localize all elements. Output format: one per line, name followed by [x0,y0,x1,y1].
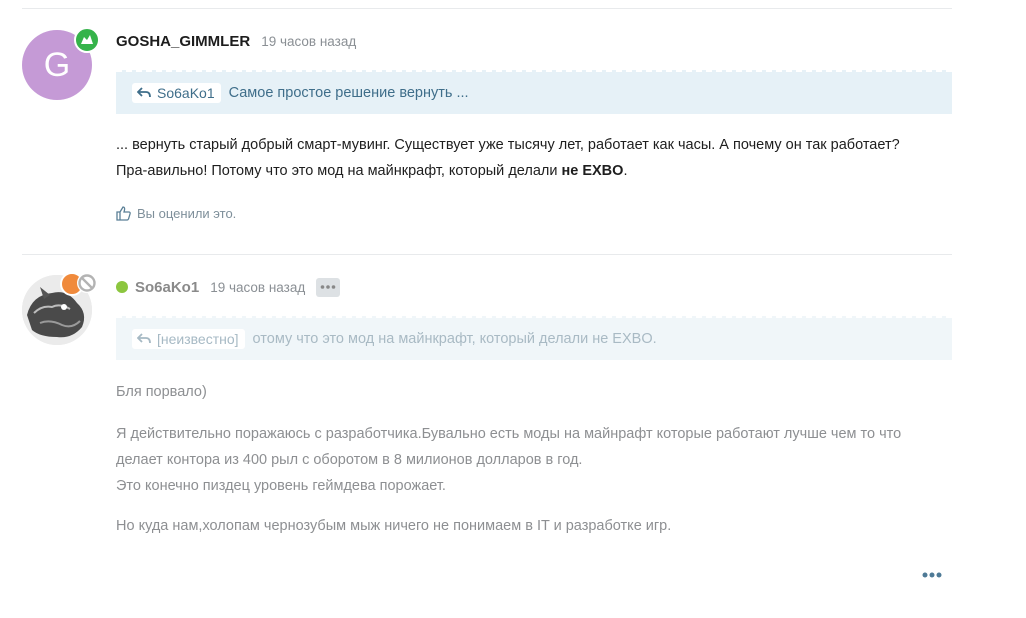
thumbs-up-icon [116,206,131,221]
reaction-summary[interactable]: Вы оценили это. [116,206,236,221]
more-dots-icon [922,572,942,578]
quote-author-name: So6aKo1 [157,85,215,101]
quote-block: So6aKo1 Самое простое решение вернуть ..… [116,70,952,114]
reaction-text: Вы оценили это. [137,206,237,221]
banned-icon [77,273,97,293]
top-divider [22,8,952,9]
quote-author-name: [неизвестно] [157,331,239,347]
post-menu-button[interactable] [316,277,341,297]
message-line: делает контора из 400 рыл с оборотом в 8… [116,452,583,468]
message-line: Это конечно пиздец уровень геймдева поро… [116,478,446,494]
avatar-letter: G [43,45,71,84]
message-line: Я действительно поражаюсь с разработчика… [116,426,902,442]
bookmark-badge-icon [74,27,100,53]
message-text: Пра-авильно! Потому что это мод на майнк… [116,163,562,179]
username[interactable]: GOSHA_GIMMLER [116,33,250,50]
message-body: Бля порвало) Я действительно поражаюсь с… [116,379,946,539]
message-paragraph: Но куда нам,холопам чернозубым мыж ничег… [116,518,672,534]
post-actions-button[interactable] [922,565,942,583]
post-header: GOSHA_GIMMLER 19 часов назад [116,31,356,51]
reply-arrow-icon [137,333,151,344]
more-dots-icon [320,285,336,289]
message-body: ... вернуть старый добрый смарт-мувинг. … [116,132,946,184]
post-divider [22,254,952,255]
bold-text: не EXBO [561,163,624,179]
timestamp[interactable]: 19 часов назад [210,280,305,295]
message-text: . [623,163,628,179]
message-line: Пра-авильно! Потому что это мод на майнк… [116,158,946,184]
username[interactable]: So6aKo1 [135,279,199,296]
reply-arrow-icon [137,87,151,98]
quote-author-link[interactable]: [неизвестно] [132,329,245,349]
quote-text: отому что это мод на майнкрафт, который … [252,331,657,347]
message-line: ... вернуть старый добрый смарт-мувинг. … [116,137,900,153]
quote-text: Самое простое решение вернуть ... [228,85,469,101]
online-status-icon [116,281,128,293]
message-paragraph: Бля порвало) [116,384,207,400]
quote-author-link[interactable]: So6aKo1 [132,83,221,103]
timestamp[interactable]: 19 часов назад [261,34,356,49]
post-header: So6aKo1 19 часов назад [116,277,341,297]
quote-block: [неизвестно] отому что это мод на майнкр… [116,316,952,360]
